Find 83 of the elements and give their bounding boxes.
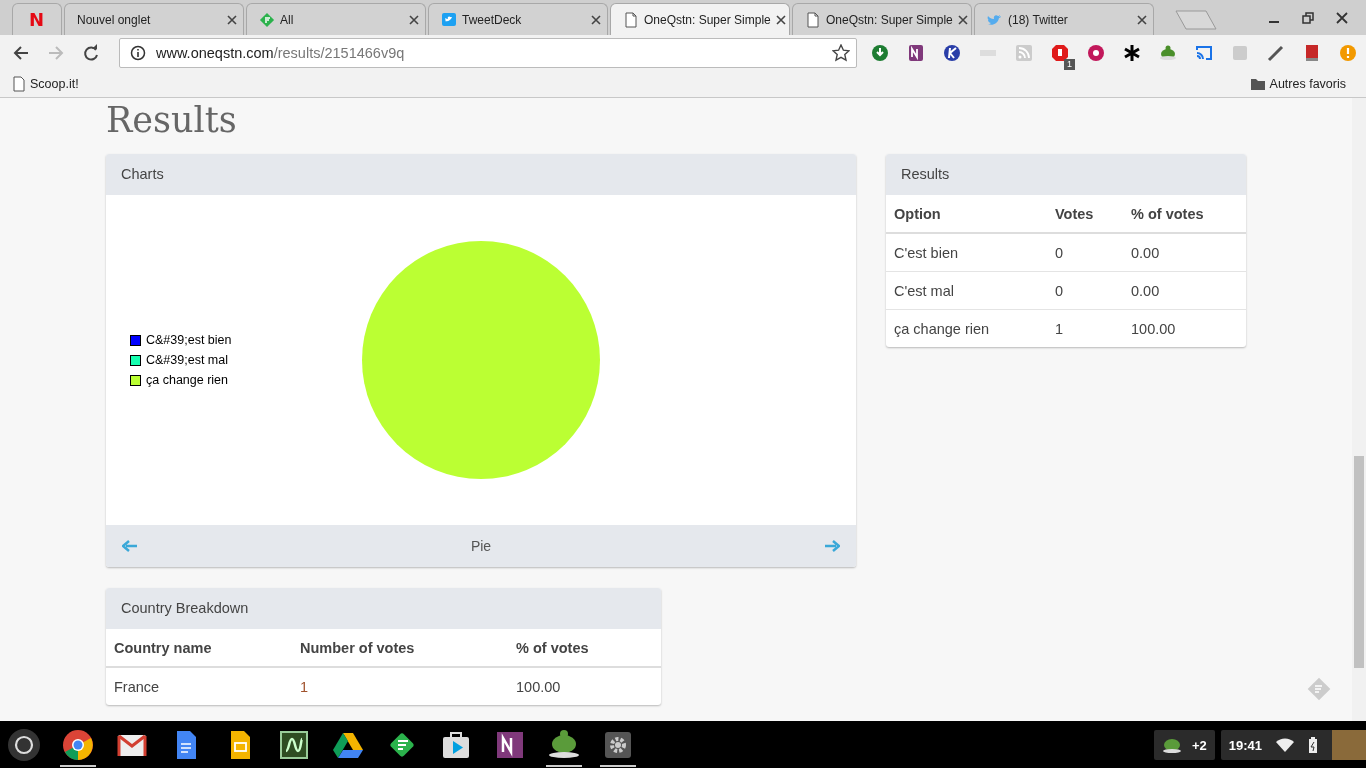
- browser-icon[interactable]: [62, 729, 94, 761]
- panel-title: Country Breakdown: [106, 588, 661, 629]
- battery-icon: [1308, 737, 1318, 753]
- table-cell: 1: [292, 667, 508, 705]
- download-icon[interactable]: [871, 44, 889, 62]
- gear-icon[interactable]: [602, 729, 634, 761]
- page-icon: [805, 11, 821, 28]
- page-icon: [623, 11, 639, 28]
- close-icon[interactable]: [1336, 11, 1348, 24]
- close-icon[interactable]: [775, 14, 786, 25]
- status-tray[interactable]: 19:41: [1220, 730, 1366, 760]
- tab-title: Nouvel onglet: [77, 12, 151, 27]
- column-header: Option: [886, 195, 1047, 233]
- asterisk-icon[interactable]: [1123, 44, 1141, 62]
- table-cell: 0: [1047, 233, 1123, 272]
- stop-hand-icon[interactable]: [1051, 44, 1069, 62]
- browser-tab[interactable]: (18) Twitter: [974, 3, 1154, 35]
- aperture-icon[interactable]: [1087, 44, 1105, 62]
- table-cell: 0.00: [1123, 233, 1246, 272]
- letter-k-icon[interactable]: [943, 44, 961, 62]
- column-header: Country name: [106, 629, 292, 667]
- star-icon[interactable]: [832, 44, 850, 62]
- legend-label: C&#39;est mal: [146, 353, 228, 367]
- tab-title: OneQstn: Super Simple: [644, 12, 771, 27]
- tab-title: (18) Twitter: [1008, 12, 1068, 27]
- legend-label: C&#39;est bien: [146, 333, 232, 347]
- close-icon[interactable]: [409, 14, 419, 25]
- url-text: www.oneqstn.com/results/2151466v9q: [156, 45, 406, 61]
- column-header: Votes: [1047, 195, 1123, 233]
- panel-title: Results: [886, 154, 1246, 195]
- close-icon[interactable]: [957, 14, 968, 25]
- restore-icon[interactable]: [1302, 11, 1314, 24]
- notebook-icon[interactable]: [494, 729, 526, 761]
- browser-tab[interactable]: OneQstn: Super Simple: [610, 3, 790, 35]
- wifi-icon: [1276, 738, 1294, 752]
- table-cell: C'est bien: [886, 233, 1047, 272]
- table-cell: 0.00: [1123, 271, 1246, 310]
- table-cell: France: [106, 667, 292, 705]
- scrollbar-thumb[interactable]: [1354, 456, 1364, 668]
- address-bar[interactable]: www.oneqstn.com/results/2151466v9q: [119, 38, 857, 68]
- bird-icon: [441, 11, 457, 28]
- folder-icon: [1249, 77, 1266, 91]
- browser-tab[interactable]: Nouvel onglet: [64, 3, 244, 35]
- bookmark-link[interactable]: Scoop.it!: [12, 76, 79, 92]
- reload-icon[interactable]: [82, 44, 100, 62]
- clock-time: 19:41: [1228, 737, 1262, 753]
- table-cell: 100.00: [1123, 309, 1246, 347]
- chart-type-label: Pie: [470, 538, 492, 554]
- close-icon[interactable]: [591, 14, 601, 25]
- browser-tab[interactable]: OneQstn: Super Simple: [792, 3, 972, 35]
- column-header: Number of votes: [292, 629, 508, 667]
- table-cell: ça change rien: [886, 309, 1047, 347]
- wave-icon[interactable]: [278, 729, 310, 761]
- close-icon[interactable]: [227, 14, 237, 25]
- column-header: % of votes: [508, 629, 661, 667]
- cast-icon[interactable]: [1195, 44, 1213, 62]
- browser-tab[interactable]: TweetDeck: [428, 3, 608, 35]
- notification-count: +2: [1191, 737, 1207, 753]
- panel-title: Charts: [106, 154, 856, 195]
- table-cell: 0: [1047, 271, 1123, 310]
- info-icon[interactable]: [130, 45, 146, 61]
- logo-text: N: [29, 9, 45, 30]
- notification-tray[interactable]: +2: [1153, 730, 1215, 760]
- browser-tab[interactable]: All: [246, 3, 426, 35]
- table-cell: 1: [1047, 309, 1123, 347]
- page-icon: [12, 76, 26, 92]
- tab-title: All: [280, 12, 294, 27]
- launcher-icon[interactable]: [8, 729, 40, 761]
- tab-title: TweetDeck: [462, 12, 522, 27]
- tab-title: OneQstn: Super Simple: [826, 12, 953, 27]
- back-icon[interactable]: [12, 44, 30, 62]
- book-icon[interactable]: [1303, 44, 1321, 62]
- table-cell: 100.00: [508, 667, 661, 705]
- page-heading: Results: [106, 100, 238, 140]
- shopping-bag-icon[interactable]: [440, 729, 472, 761]
- legend-label: ça change rien: [146, 373, 228, 387]
- pen-icon[interactable]: [1267, 44, 1285, 62]
- column-header: % of votes: [1123, 195, 1246, 233]
- count-badge: 1: [1064, 59, 1075, 70]
- table-cell: C'est mal: [886, 271, 1047, 310]
- close-icon[interactable]: [1137, 14, 1147, 25]
- bookmark-folder[interactable]: Autres favoris: [1249, 77, 1354, 91]
- notebook-icon[interactable]: [907, 44, 925, 62]
